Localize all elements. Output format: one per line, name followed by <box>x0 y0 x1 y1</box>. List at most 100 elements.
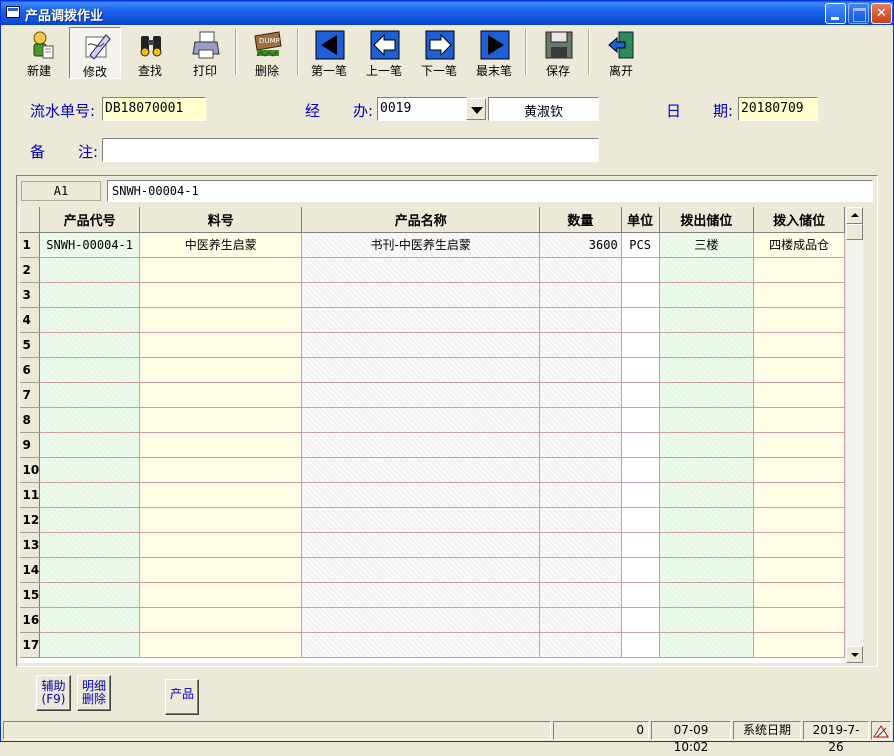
prev-record-button[interactable]: 上一笔 <box>358 27 410 79</box>
column-header[interactable]: 数量 <box>539 207 622 233</box>
table-row[interactable]: 1 SNWH-00004-1 中医养生启蒙 书刊-中医养生启蒙 3600 PCS 三楼 四楼成… <box>19 232 845 258</box>
row-number[interactable]: 17 <box>19 632 41 658</box>
grid-cell-part[interactable] <box>139 532 303 558</box>
row-number[interactable]: 14 <box>19 557 41 583</box>
grid-cell-code[interactable] <box>39 532 141 558</box>
table-row[interactable]: 5 <box>19 332 845 358</box>
grid-cell-unit[interactable] <box>621 582 660 608</box>
row-number[interactable]: 11 <box>19 482 41 508</box>
grid-cell-part[interactable] <box>139 407 303 433</box>
grid-cell-code[interactable] <box>39 357 141 383</box>
grid-cell-out[interactable] <box>659 407 755 433</box>
grid-cell-part[interactable] <box>139 507 303 533</box>
table-row[interactable]: 4 <box>19 307 845 333</box>
grid-cell-code[interactable] <box>39 582 141 608</box>
grid-cell-name[interactable] <box>301 382 541 408</box>
grid-cell-in[interactable] <box>753 532 845 558</box>
grid-cell-name[interactable] <box>301 457 541 483</box>
grid-cell-unit[interactable] <box>621 357 660 383</box>
row-number[interactable]: 3 <box>19 282 41 308</box>
row-number[interactable]: 10 <box>19 457 41 483</box>
table-row[interactable]: 10 <box>19 457 845 483</box>
grid-cell-code[interactable] <box>39 282 141 308</box>
grid-cell-code[interactable]: SNWH-00004-1 <box>39 232 141 258</box>
grid-cell-out[interactable] <box>659 357 755 383</box>
delete-button[interactable]: DUMP 删除 <box>241 27 293 79</box>
grid-cell-out[interactable] <box>659 582 755 608</box>
row-number[interactable]: 8 <box>19 407 41 433</box>
grid-cell-in[interactable] <box>753 432 845 458</box>
row-number[interactable]: 1 <box>19 232 41 258</box>
grid-cell-qty[interactable] <box>539 507 622 533</box>
grid-cell-qty[interactable] <box>539 582 622 608</box>
grid-cell-out[interactable] <box>659 457 755 483</box>
grid-cell-part[interactable] <box>139 632 303 658</box>
grid-cell-unit[interactable] <box>621 632 660 658</box>
grid-cell-part[interactable] <box>139 332 303 358</box>
grid-cell-code[interactable] <box>39 257 141 283</box>
grid-cell-part[interactable] <box>139 457 303 483</box>
grid-cell-unit[interactable] <box>621 482 660 508</box>
edit-button[interactable]: 修改 <box>69 27 121 79</box>
date-field[interactable]: 20180709 <box>738 97 818 121</box>
grid-cell-qty[interactable] <box>539 607 622 633</box>
column-header[interactable]: 拨出储位 <box>658 207 755 233</box>
grid-cell-in[interactable] <box>753 382 845 408</box>
grid-cell-part[interactable] <box>139 607 303 633</box>
grid-cell-part[interactable] <box>139 432 303 458</box>
grid-cell-out[interactable] <box>659 532 755 558</box>
grid-cell-code[interactable] <box>39 557 141 583</box>
grid-cell-out[interactable] <box>659 607 755 633</box>
grid-cell-unit[interactable] <box>621 257 660 283</box>
scroll-down-button[interactable] <box>846 646 863 663</box>
grid-cell-in[interactable]: 四楼成品仓 <box>753 232 845 258</box>
grid-cell-qty[interactable] <box>539 357 622 383</box>
grid-cell-unit[interactable] <box>621 532 660 558</box>
grid-cell-code[interactable] <box>39 432 141 458</box>
grid-cell-in[interactable] <box>753 357 845 383</box>
grid-cell-out[interactable] <box>659 482 755 508</box>
cell-value-field[interactable]: SNWH-00004-1 <box>107 180 873 202</box>
grid-cell-unit[interactable] <box>621 557 660 583</box>
grid-cell-in[interactable] <box>753 407 845 433</box>
grid-cell-code[interactable] <box>39 307 141 333</box>
grid-cell-unit[interactable] <box>621 432 660 458</box>
grid-cell-in[interactable] <box>753 457 845 483</box>
save-button[interactable]: 保存 <box>532 27 584 79</box>
grid-cell-out[interactable] <box>659 557 755 583</box>
table-row[interactable]: 17 <box>19 632 845 658</box>
grid-cell-qty[interactable] <box>539 557 622 583</box>
row-number[interactable]: 12 <box>19 507 41 533</box>
grid-cell-unit[interactable] <box>621 507 660 533</box>
grid-cell-code[interactable] <box>39 482 141 508</box>
detail-grid[interactable]: 产品代号 料号 产品名称 数量 单位 拨出储位 拨入储位 1 SNWH-00004… <box>19 207 845 663</box>
row-number[interactable]: 4 <box>19 307 41 333</box>
column-header[interactable]: 产品代号 <box>39 207 141 233</box>
grid-cell-unit[interactable] <box>621 382 660 408</box>
grid-cell-qty[interactable] <box>539 282 622 308</box>
grid-cell-unit[interactable] <box>621 332 660 358</box>
grid-cell-qty[interactable] <box>539 432 622 458</box>
grid-cell-qty[interactable] <box>539 407 622 433</box>
grid-cell-code[interactable] <box>39 407 141 433</box>
column-header[interactable]: 拨入储位 <box>753 207 845 233</box>
grid-cell-part[interactable]: 中医养生启蒙 <box>139 232 303 258</box>
grid-cell-part[interactable] <box>139 382 303 408</box>
grid-cell-out[interactable] <box>659 257 755 283</box>
grid-cell-name[interactable] <box>301 557 541 583</box>
grid-cell-part[interactable] <box>139 357 303 383</box>
table-row[interactable]: 2 <box>19 257 845 283</box>
table-row[interactable]: 16 <box>19 607 845 633</box>
product-button[interactable]: 产品 <box>165 679 199 715</box>
handler-dropdown-button[interactable] <box>466 98 486 120</box>
grid-cell-in[interactable] <box>753 257 845 283</box>
grid-cell-name[interactable] <box>301 282 541 308</box>
grid-cell-qty[interactable] <box>539 257 622 283</box>
grid-cell-qty[interactable] <box>539 457 622 483</box>
grid-cell-in[interactable] <box>753 582 845 608</box>
table-row[interactable]: 12 <box>19 507 845 533</box>
new-button[interactable]: 新建 <box>13 27 65 79</box>
table-row[interactable]: 7 <box>19 382 845 408</box>
grid-cell-name[interactable] <box>301 582 541 608</box>
app-icon[interactable] <box>6 6 20 18</box>
